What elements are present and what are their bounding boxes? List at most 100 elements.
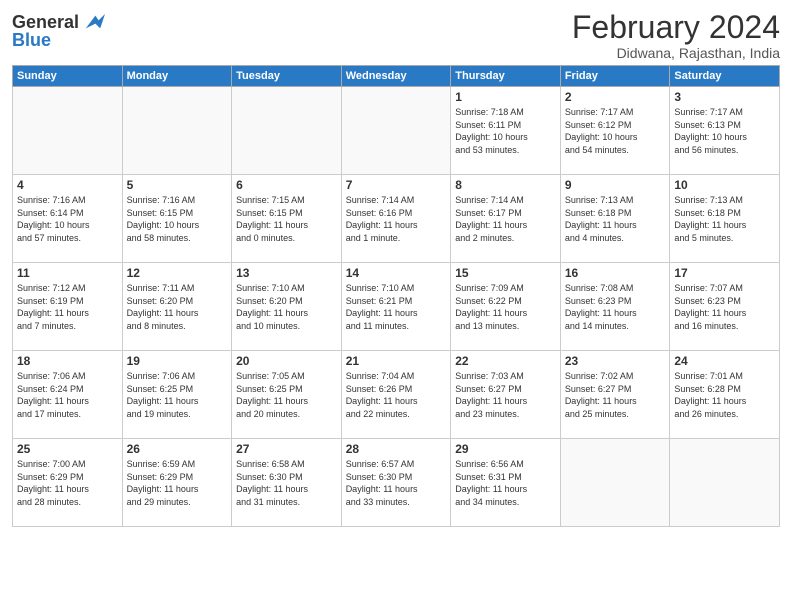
weekday-header-row: Sunday Monday Tuesday Wednesday Thursday… [13, 66, 780, 87]
table-row: 23 Sunrise: 7:02 AMSunset: 6:27 PMDayligh… [560, 351, 670, 439]
day-info: Sunrise: 7:09 AMSunset: 6:22 PMDaylight:… [455, 282, 556, 332]
day-info: Sunrise: 7:05 AMSunset: 6:25 PMDaylight:… [236, 370, 337, 420]
week-row-2: 4 Sunrise: 7:16 AMSunset: 6:14 PMDaylight… [13, 175, 780, 263]
day-number: 2 [565, 90, 666, 104]
day-info: Sunrise: 7:14 AMSunset: 6:17 PMDaylight:… [455, 194, 556, 244]
table-row [560, 439, 670, 527]
day-number: 5 [127, 178, 228, 192]
day-info: Sunrise: 7:18 AMSunset: 6:11 PMDaylight:… [455, 106, 556, 156]
day-info: Sunrise: 7:11 AMSunset: 6:20 PMDaylight:… [127, 282, 228, 332]
table-row: 8Sunrise: 7:14 AMSunset: 6:17 PMDaylight… [451, 175, 561, 263]
day-info: Sunrise: 7:02 AMSunset: 6:27 PMDaylight:… [565, 370, 666, 420]
header-sunday: Sunday [13, 66, 123, 87]
day-number: 11 [17, 266, 118, 280]
table-row [341, 87, 451, 175]
week-row-4: 18 Sunrise: 7:06 AMSunset: 6:24 PMDayligh… [13, 351, 780, 439]
day-number: 26 [127, 442, 228, 456]
table-row: 1 Sunrise: 7:18 AMSunset: 6:11 PMDaylight… [451, 87, 561, 175]
day-info: Sunrise: 6:59 AMSunset: 6:29 PMDaylight:… [127, 458, 228, 508]
calendar-subtitle: Didwana, Rajasthan, India [572, 45, 780, 61]
day-number: 14 [346, 266, 447, 280]
day-number: 29 [455, 442, 556, 456]
title-section: February 2024 Didwana, Rajasthan, India [572, 10, 780, 61]
day-info: Sunrise: 7:06 AMSunset: 6:24 PMDaylight:… [17, 370, 118, 420]
day-number: 13 [236, 266, 337, 280]
day-info: Sunrise: 7:10 AMSunset: 6:21 PMDaylight:… [346, 282, 447, 332]
table-row: 11Sunrise: 7:12 AMSunset: 6:19 PMDayligh… [13, 263, 123, 351]
day-number: 15 [455, 266, 556, 280]
table-row: 29 Sunrise: 6:56 AMSunset: 6:31 PMDayligh… [451, 439, 561, 527]
day-number: 3 [674, 90, 775, 104]
day-info: Sunrise: 7:17 AMSunset: 6:12 PMDaylight:… [565, 106, 666, 156]
day-info: Sunrise: 7:10 AMSunset: 6:20 PMDaylight:… [236, 282, 337, 332]
table-row: 28 Sunrise: 6:57 AMSunset: 6:30 PMDayligh… [341, 439, 451, 527]
table-row: 2 Sunrise: 7:17 AMSunset: 6:12 PMDaylight… [560, 87, 670, 175]
table-row: 21Sunrise: 7:04 AMSunset: 6:26 PMDayligh… [341, 351, 451, 439]
day-info: Sunrise: 7:13 AMSunset: 6:18 PMDaylight:… [565, 194, 666, 244]
header-saturday: Saturday [670, 66, 780, 87]
table-row: 26 Sunrise: 6:59 AMSunset: 6:29 PMDayligh… [122, 439, 232, 527]
day-info: Sunrise: 7:16 AMSunset: 6:14 PMDaylight:… [17, 194, 118, 244]
day-info: Sunrise: 7:08 AMSunset: 6:23 PMDaylight:… [565, 282, 666, 332]
day-number: 19 [127, 354, 228, 368]
logo-blue: Blue [12, 30, 51, 51]
day-info: Sunrise: 7:00 AMSunset: 6:29 PMDaylight:… [17, 458, 118, 508]
day-number: 16 [565, 266, 666, 280]
table-row: 20 Sunrise: 7:05 AMSunset: 6:25 PMDayligh… [232, 351, 342, 439]
day-number: 1 [455, 90, 556, 104]
calendar-container: General Blue February 2024 Didwana, Raja… [0, 0, 792, 612]
header-monday: Monday [122, 66, 232, 87]
table-row: 9 Sunrise: 7:13 AMSunset: 6:18 PMDaylight… [560, 175, 670, 263]
day-info: Sunrise: 7:16 AMSunset: 6:15 PMDaylight:… [127, 194, 228, 244]
table-row: 5 Sunrise: 7:16 AMSunset: 6:15 PMDaylight… [122, 175, 232, 263]
header-friday: Friday [560, 66, 670, 87]
table-row: 12Sunrise: 7:11 AMSunset: 6:20 PMDayligh… [122, 263, 232, 351]
table-row: 24Sunrise: 7:01 AMSunset: 6:28 PMDayligh… [670, 351, 780, 439]
table-row: 13 Sunrise: 7:10 AMSunset: 6:20 PMDayligh… [232, 263, 342, 351]
day-number: 20 [236, 354, 337, 368]
table-row [13, 87, 123, 175]
day-number: 6 [236, 178, 337, 192]
table-row: 10 Sunrise: 7:13 AMSunset: 6:18 PMDayligh… [670, 175, 780, 263]
day-number: 17 [674, 266, 775, 280]
table-row: 18 Sunrise: 7:06 AMSunset: 6:24 PMDayligh… [13, 351, 123, 439]
table-row: 19 Sunrise: 7:06 AMSunset: 6:25 PMDayligh… [122, 351, 232, 439]
table-row: 16 Sunrise: 7:08 AMSunset: 6:23 PMDayligh… [560, 263, 670, 351]
day-number: 21 [346, 354, 447, 368]
day-number: 10 [674, 178, 775, 192]
header-wednesday: Wednesday [341, 66, 451, 87]
logo-icon [81, 10, 105, 34]
calendar-table: Sunday Monday Tuesday Wednesday Thursday… [12, 65, 780, 527]
table-row: 14 Sunrise: 7:10 AMSunset: 6:21 PMDayligh… [341, 263, 451, 351]
day-number: 18 [17, 354, 118, 368]
header-thursday: Thursday [451, 66, 561, 87]
day-info: Sunrise: 7:13 AMSunset: 6:18 PMDaylight:… [674, 194, 775, 244]
table-row [232, 87, 342, 175]
table-row: 17 Sunrise: 7:07 AMSunset: 6:23 PMDayligh… [670, 263, 780, 351]
day-number: 4 [17, 178, 118, 192]
header: General Blue February 2024 Didwana, Raja… [12, 10, 780, 61]
day-info: Sunrise: 7:17 AMSunset: 6:13 PMDaylight:… [674, 106, 775, 156]
day-number: 22 [455, 354, 556, 368]
table-row [670, 439, 780, 527]
day-info: Sunrise: 7:03 AMSunset: 6:27 PMDaylight:… [455, 370, 556, 420]
day-info: Sunrise: 7:14 AMSunset: 6:16 PMDaylight:… [346, 194, 447, 244]
day-info: Sunrise: 6:57 AMSunset: 6:30 PMDaylight:… [346, 458, 447, 508]
day-info: Sunrise: 7:07 AMSunset: 6:23 PMDaylight:… [674, 282, 775, 332]
day-info: Sunrise: 7:06 AMSunset: 6:25 PMDaylight:… [127, 370, 228, 420]
day-info: Sunrise: 7:15 AMSunset: 6:15 PMDaylight:… [236, 194, 337, 244]
table-row: 3 Sunrise: 7:17 AMSunset: 6:13 PMDaylight… [670, 87, 780, 175]
day-number: 27 [236, 442, 337, 456]
day-number: 9 [565, 178, 666, 192]
day-info: Sunrise: 7:01 AMSunset: 6:28 PMDaylight:… [674, 370, 775, 420]
week-row-1: 1 Sunrise: 7:18 AMSunset: 6:11 PMDaylight… [13, 87, 780, 175]
day-number: 23 [565, 354, 666, 368]
table-row: 15 Sunrise: 7:09 AMSunset: 6:22 PMDayligh… [451, 263, 561, 351]
table-row [122, 87, 232, 175]
table-row: 22 Sunrise: 7:03 AMSunset: 6:27 PMDayligh… [451, 351, 561, 439]
logo: General Blue [12, 10, 105, 51]
day-number: 25 [17, 442, 118, 456]
day-info: Sunrise: 6:56 AMSunset: 6:31 PMDaylight:… [455, 458, 556, 508]
week-row-3: 11Sunrise: 7:12 AMSunset: 6:19 PMDayligh… [13, 263, 780, 351]
day-number: 28 [346, 442, 447, 456]
